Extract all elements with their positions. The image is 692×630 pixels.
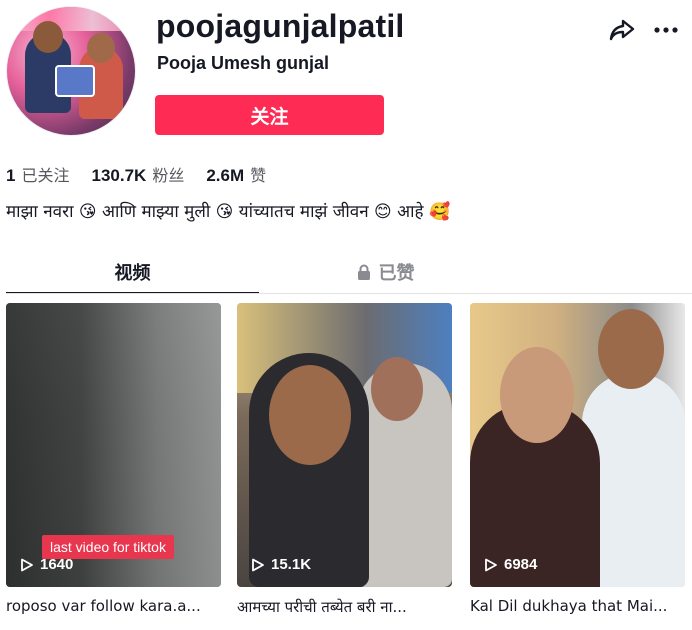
video-thumbnail[interactable]: last video for tiktok 1640 — [6, 303, 221, 587]
thumbnail-person-head — [598, 309, 664, 389]
following-stat[interactable]: 1 已关注 — [6, 162, 69, 186]
view-count-value: 15.1K — [271, 556, 312, 573]
view-count: 1640 — [20, 556, 73, 573]
following-label: 已关注 — [21, 166, 70, 185]
avatar-sign — [55, 65, 95, 97]
following-count: 1 — [6, 166, 16, 185]
followers-stat[interactable]: 130.7K 粉丝 — [91, 162, 184, 186]
thumbnail-person-head — [371, 357, 423, 421]
view-count: 6984 — [484, 556, 537, 573]
video-thumbnail[interactable]: 15.1K — [237, 303, 452, 587]
video-card[interactable]: 6984 Kal Dil dukhaya that Mai... — [470, 303, 685, 615]
profile-stats: 1 已关注 130.7K 粉丝 2.6M 赞 — [6, 162, 288, 186]
view-count-value: 6984 — [504, 556, 538, 573]
video-card[interactable]: last video for tiktok 1640 roposo var fo… — [6, 303, 221, 615]
play-icon — [252, 558, 264, 571]
tab-liked[interactable]: 已赞 — [259, 252, 512, 292]
likes-stat: 2.6M 赞 — [206, 162, 266, 186]
display-name: Pooja Umesh gunjal — [157, 53, 330, 73]
view-count-value: 1640 — [40, 556, 74, 573]
video-card[interactable]: 15.1K आमच्या परीची तब्येत बरी ना... — [237, 303, 452, 617]
profile-tabs: 视频 已赞 — [6, 252, 692, 294]
play-icon — [21, 558, 33, 571]
followers-label: 粉丝 — [152, 166, 185, 185]
followers-count: 130.7K — [91, 166, 147, 185]
thumbnail-person-head — [269, 365, 351, 465]
tabs-divider — [6, 293, 692, 294]
lock-icon — [357, 264, 370, 280]
more-options-icon[interactable] — [652, 16, 680, 44]
avatar-person-head — [87, 33, 115, 63]
username: poojagunjalpatil — [156, 8, 405, 44]
view-count: 15.1K — [251, 556, 311, 573]
likes-label: 赞 — [250, 166, 267, 185]
follow-button[interactable]: 关注 — [155, 95, 384, 135]
tab-liked-label: 已赞 — [378, 263, 415, 284]
tab-videos-label: 视频 — [114, 263, 151, 284]
video-caption[interactable]: Kal Dil dukhaya that Mai... — [470, 597, 685, 615]
profile-bio: माझा नवरा 😘 आणि माझ्या मुली 😘 यांच्यातच … — [6, 202, 451, 222]
profile-avatar[interactable] — [6, 6, 136, 136]
video-thumbnail[interactable]: 6984 — [470, 303, 685, 587]
tab-videos[interactable]: 视频 — [6, 252, 259, 294]
video-caption[interactable]: roposo var follow kara.a... — [6, 597, 221, 615]
share-icon[interactable] — [608, 16, 636, 44]
video-caption[interactable]: आमच्या परीची तब्येत बरी ना... — [237, 597, 452, 617]
thumbnail-person-head — [500, 347, 574, 443]
likes-count: 2.6M — [206, 166, 245, 185]
avatar-person-head — [33, 21, 63, 53]
play-icon — [485, 558, 497, 571]
avatar-background — [7, 7, 135, 31]
